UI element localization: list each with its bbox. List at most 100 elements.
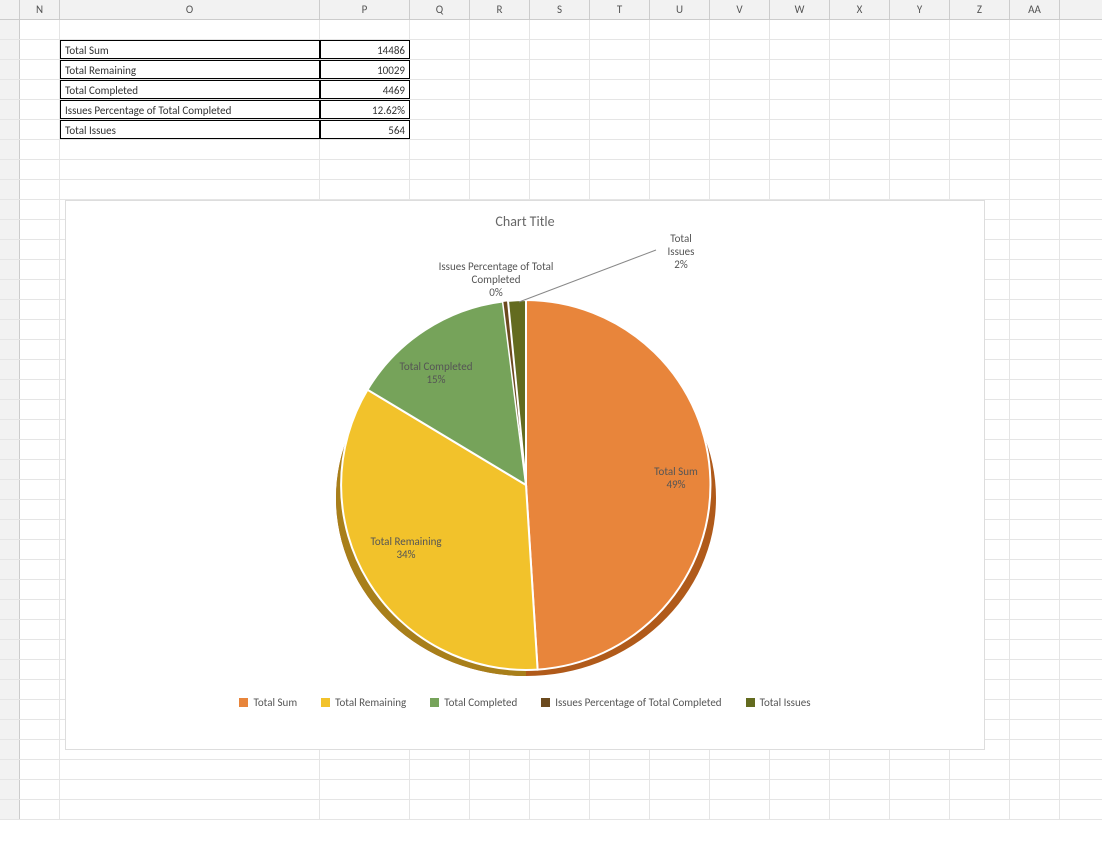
cell[interactable]: [530, 180, 590, 199]
col-header-R[interactable]: R: [470, 0, 530, 19]
col-header-X[interactable]: X: [830, 0, 890, 19]
cell[interactable]: [710, 60, 770, 79]
cell[interactable]: [20, 180, 60, 199]
cell[interactable]: [770, 180, 830, 199]
cell[interactable]: [1010, 220, 1060, 239]
col-header-T[interactable]: T: [590, 0, 650, 19]
cell[interactable]: [530, 780, 590, 799]
cell[interactable]: [650, 160, 710, 179]
cell[interactable]: [950, 140, 1010, 159]
cell[interactable]: [1010, 440, 1060, 459]
row-header[interactable]: [0, 460, 20, 479]
cell[interactable]: [950, 780, 1010, 799]
cell[interactable]: [950, 80, 1010, 99]
row-header[interactable]: [0, 240, 20, 259]
cell[interactable]: [950, 180, 1010, 199]
cell[interactable]: [830, 780, 890, 799]
row-header[interactable]: [0, 20, 20, 39]
cell[interactable]: [590, 780, 650, 799]
row-header[interactable]: [0, 280, 20, 299]
cell[interactable]: [1010, 500, 1060, 519]
cell[interactable]: [590, 160, 650, 179]
cell[interactable]: [530, 140, 590, 159]
col-header-W[interactable]: W: [770, 0, 830, 19]
cell[interactable]: [650, 800, 710, 819]
cell[interactable]: [20, 620, 60, 639]
cell[interactable]: [60, 780, 320, 799]
cell[interactable]: [60, 800, 320, 819]
row-header[interactable]: [0, 560, 20, 579]
cell[interactable]: [650, 100, 710, 119]
row-header[interactable]: [0, 480, 20, 499]
cell[interactable]: [1010, 420, 1060, 439]
cell-value[interactable]: 564: [320, 120, 410, 139]
cell[interactable]: [410, 60, 470, 79]
row-header[interactable]: [0, 120, 20, 139]
cell[interactable]: [950, 20, 1010, 39]
cell[interactable]: [320, 160, 410, 179]
cell[interactable]: [1010, 300, 1060, 319]
row-header[interactable]: [0, 300, 20, 319]
cell[interactable]: [530, 100, 590, 119]
cell[interactable]: [470, 180, 530, 199]
cell[interactable]: [1010, 320, 1060, 339]
cell[interactable]: [1010, 460, 1060, 479]
cell[interactable]: [20, 40, 60, 59]
cell[interactable]: [590, 60, 650, 79]
cell[interactable]: [710, 780, 770, 799]
row-header[interactable]: [0, 600, 20, 619]
cell[interactable]: [410, 180, 470, 199]
cell[interactable]: [410, 120, 470, 139]
cell[interactable]: [60, 180, 320, 199]
cell[interactable]: [710, 160, 770, 179]
cell[interactable]: [1010, 260, 1060, 279]
row-header[interactable]: [0, 720, 20, 739]
cell[interactable]: [1010, 160, 1060, 179]
cell[interactable]: [1010, 40, 1060, 59]
cell[interactable]: [470, 40, 530, 59]
cell[interactable]: [1010, 800, 1060, 819]
cell[interactable]: [770, 780, 830, 799]
row-header[interactable]: [0, 60, 20, 79]
cell[interactable]: [770, 120, 830, 139]
cell-label[interactable]: Issues Percentage of Total Completed: [60, 100, 320, 119]
col-header-AA[interactable]: AA: [1010, 0, 1060, 19]
row-header[interactable]: [0, 580, 20, 599]
cell[interactable]: [770, 800, 830, 819]
cell-label[interactable]: Total Sum: [60, 40, 320, 59]
cell[interactable]: [320, 140, 410, 159]
corner-cell[interactable]: [0, 0, 20, 19]
cell[interactable]: [530, 60, 590, 79]
cell[interactable]: [470, 120, 530, 139]
cell[interactable]: [890, 40, 950, 59]
cell[interactable]: [590, 40, 650, 59]
row-header[interactable]: [0, 700, 20, 719]
cell[interactable]: [410, 80, 470, 99]
cell[interactable]: [1010, 660, 1060, 679]
row-header[interactable]: [0, 380, 20, 399]
col-header-P[interactable]: P: [320, 0, 410, 19]
cell[interactable]: [1010, 740, 1060, 759]
cell[interactable]: [710, 20, 770, 39]
cell[interactable]: [830, 760, 890, 779]
cell[interactable]: [710, 40, 770, 59]
cell[interactable]: [890, 180, 950, 199]
cell[interactable]: [1010, 140, 1060, 159]
cell[interactable]: [320, 800, 410, 819]
col-header-V[interactable]: V: [710, 0, 770, 19]
cell[interactable]: [410, 760, 470, 779]
cell-value[interactable]: 14486: [320, 40, 410, 59]
cell[interactable]: [20, 700, 60, 719]
cell[interactable]: [1010, 600, 1060, 619]
legend-item-total-remaining[interactable]: Total Remaining: [321, 696, 406, 709]
row-header[interactable]: [0, 620, 20, 639]
cell[interactable]: [20, 600, 60, 619]
cell[interactable]: [590, 120, 650, 139]
cell[interactable]: [770, 160, 830, 179]
cell[interactable]: [470, 20, 530, 39]
cell[interactable]: [950, 40, 1010, 59]
cell[interactable]: [590, 180, 650, 199]
row-header[interactable]: [0, 40, 20, 59]
cell[interactable]: [1010, 760, 1060, 779]
row-header[interactable]: [0, 340, 20, 359]
